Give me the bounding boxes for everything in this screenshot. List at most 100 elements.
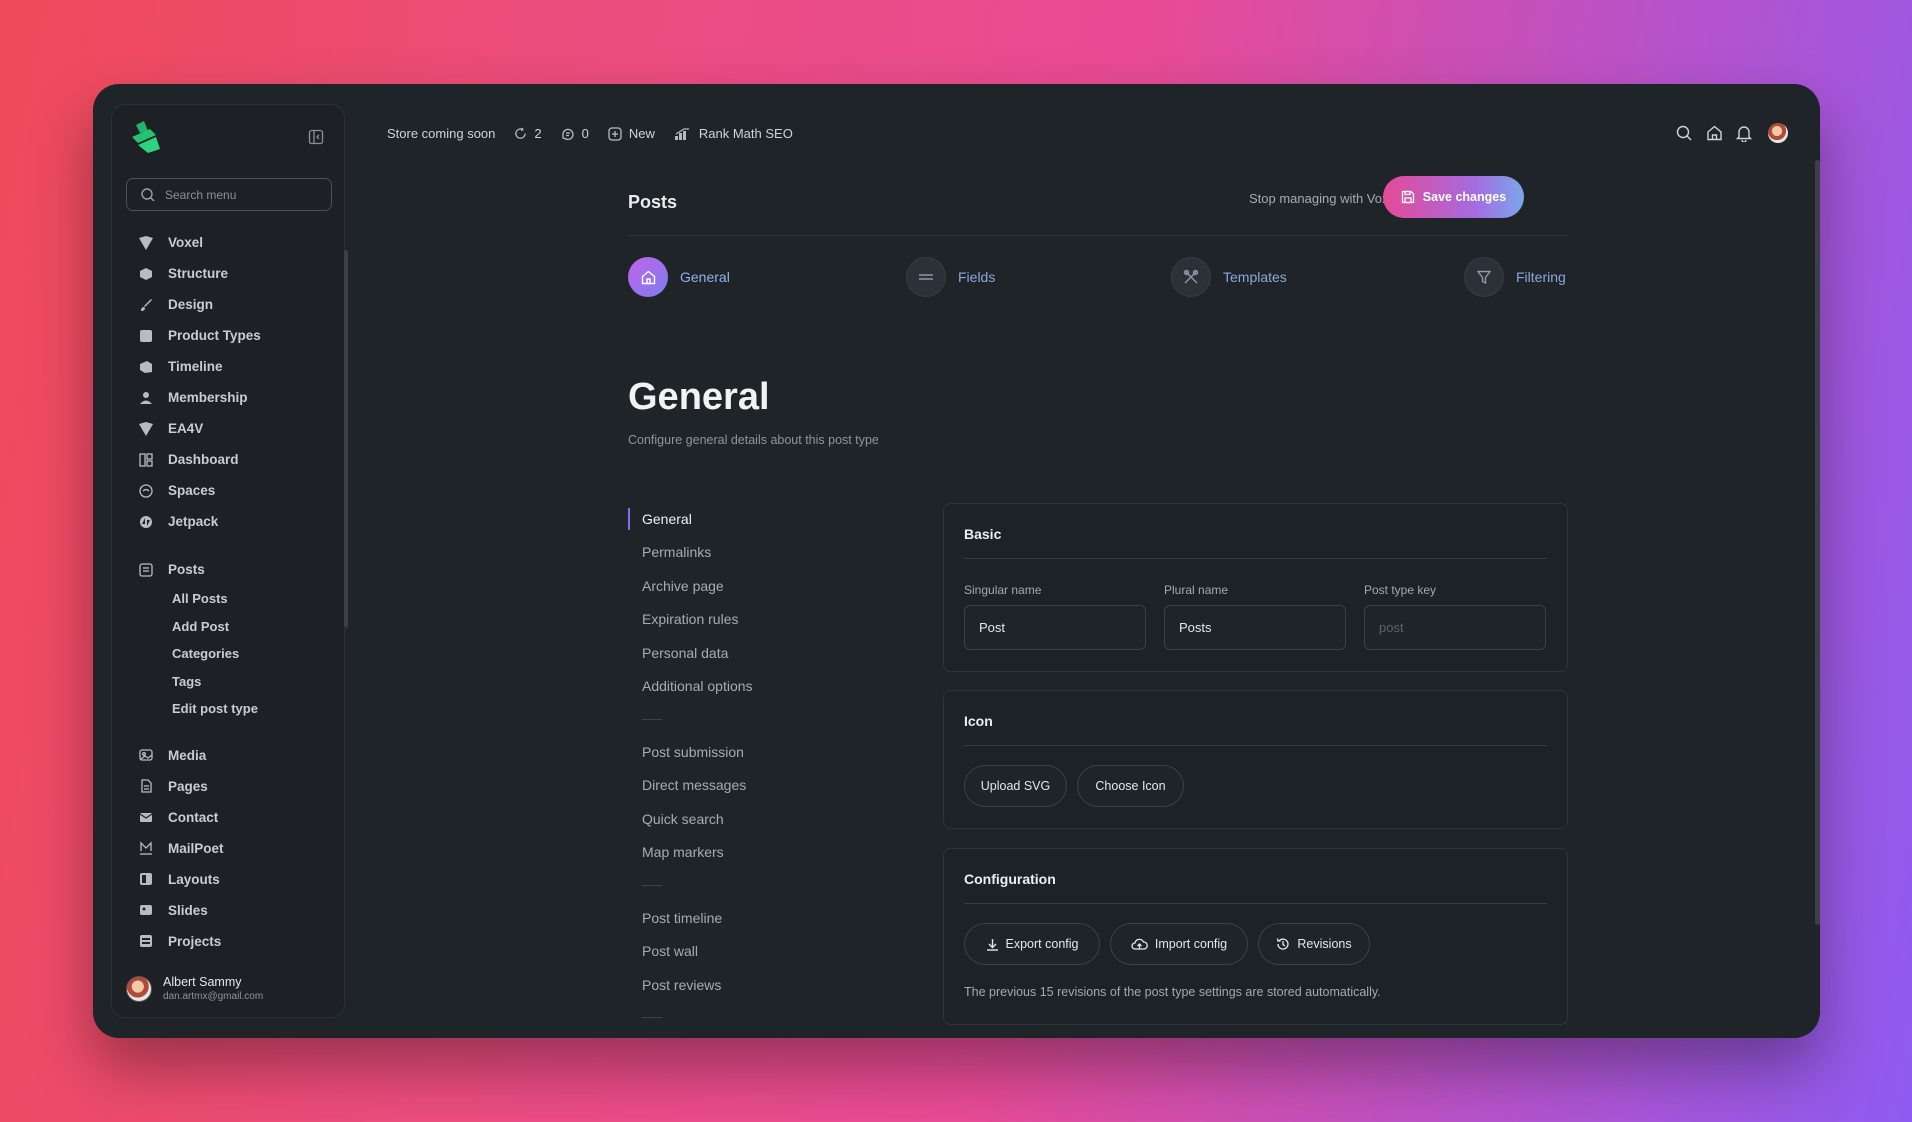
sidebar-item-voxel[interactable]: Voxel <box>126 227 326 258</box>
tab-label: Templates <box>1223 269 1287 285</box>
post-type-key-label: Post type key <box>1364 583 1437 597</box>
nav-general[interactable]: General <box>628 508 908 530</box>
voxel-logo-icon[interactable] <box>128 119 164 155</box>
nav-quick-search[interactable]: Quick search <box>628 802 908 836</box>
nav-direct-messages[interactable]: Direct messages <box>628 769 908 803</box>
plural-name-field[interactable] <box>1164 605 1346 650</box>
sidebar-item-slides[interactable]: Slides <box>126 895 326 926</box>
nav-additional-options[interactable]: Additional options <box>628 670 908 704</box>
stop-managing-link[interactable]: Stop managing with Voxel <box>1249 191 1399 206</box>
search-icon <box>141 187 155 201</box>
nav-map-markers[interactable]: Map markers <box>628 836 908 870</box>
collapse-sidebar-icon[interactable] <box>308 129 324 145</box>
sidebar-item-media[interactable]: Media <box>126 740 326 771</box>
singular-name-input[interactable] <box>965 606 1145 649</box>
sidebar-item-design[interactable]: Design <box>126 289 326 320</box>
sidebar-subitem-edit-post-type[interactable]: Edit post type <box>126 695 326 723</box>
sidebar-item-dashboard[interactable]: Dashboard <box>126 444 326 475</box>
sidebar-item-label: Pages <box>168 778 208 794</box>
sidebar-scrollbar-thumb[interactable] <box>344 250 348 627</box>
sidebar-item-projects[interactable]: Projects <box>126 926 326 957</box>
save-changes-label: Save changes <box>1422 190 1507 204</box>
tab-templates[interactable]: Templates <box>1171 257 1287 297</box>
export-config-button[interactable]: Export config <box>964 923 1100 965</box>
product-types-icon <box>138 328 154 344</box>
tab-fields[interactable]: Fields <box>906 257 995 297</box>
nav-personal-data[interactable]: Personal data <box>628 636 908 670</box>
singular-name-field[interactable] <box>964 605 1146 650</box>
refresh-icon <box>515 127 527 139</box>
posts-icon <box>138 562 154 578</box>
spaces-icon <box>138 483 154 499</box>
sidebar-item-mailpoet[interactable]: MailPoet <box>126 833 326 864</box>
sidebar-subitem-all-posts[interactable]: All Posts <box>126 585 326 613</box>
sidebar-menu: Voxel Structure Design Product Types Tim… <box>126 227 326 957</box>
post-type-key-input[interactable] <box>1365 606 1545 649</box>
plural-name-input[interactable] <box>1165 606 1345 649</box>
sidebar-subitem-add-post[interactable]: Add Post <box>126 613 326 641</box>
sidebar-item-layouts[interactable]: Layouts <box>126 864 326 895</box>
page-scrollbar[interactable] <box>1815 160 1820 925</box>
sidebar-item-label: Layouts <box>168 871 220 887</box>
search-input[interactable] <box>165 187 315 202</box>
revisions-note: The previous 15 revisions of the post ty… <box>964 985 1381 999</box>
comments-count: 0 <box>581 126 589 141</box>
store-status-link[interactable]: Store coming soon <box>387 126 495 141</box>
sidebar-item-posts[interactable]: Posts <box>126 554 326 585</box>
card-divider <box>964 745 1547 746</box>
nav-permalinks[interactable]: Permalinks <box>628 536 908 570</box>
bell-icon[interactable] <box>1734 123 1754 143</box>
sidebar-item-contact[interactable]: Contact <box>126 802 326 833</box>
topbar-actions <box>1664 123 1788 143</box>
updates-count: 2 <box>534 126 542 141</box>
import-config-button[interactable]: Import config <box>1110 923 1248 965</box>
sidebar-item-label: MailPoet <box>168 840 224 856</box>
user-profile[interactable]: Albert Sammy dan.artmx@gmail.com <box>126 975 263 1002</box>
jetpack-icon <box>138 514 154 530</box>
search-menu[interactable] <box>126 178 332 211</box>
sidebar-item-product-types[interactable]: Product Types <box>126 320 326 351</box>
sidebar-subitem-tags[interactable]: Tags <box>126 668 326 696</box>
nav-post-reviews[interactable]: Post reviews <box>628 968 908 1002</box>
post-type-key-field[interactable] <box>1364 605 1546 650</box>
sidebar-item-label: Jetpack <box>168 514 219 529</box>
sidebar-item-ea4v[interactable]: EA4V <box>126 413 326 444</box>
sidebar-item-label: Voxel <box>168 235 204 250</box>
nav-post-submission[interactable]: Post submission <box>628 735 908 769</box>
save-icon <box>1401 190 1414 204</box>
updates-link[interactable]: 2 <box>514 126 542 141</box>
tab-filtering[interactable]: Filtering <box>1464 257 1566 297</box>
sidebar-item-membership[interactable]: Membership <box>126 382 326 413</box>
new-content-link[interactable]: New <box>608 126 655 141</box>
choose-icon-button[interactable]: Choose Icon <box>1077 765 1184 807</box>
nav-expiration-rules[interactable]: Expiration rules <box>628 603 908 637</box>
avatar[interactable] <box>1768 123 1788 143</box>
icon-card: Icon Upload SVG Choose Icon <box>943 690 1568 829</box>
sidebar-subitem-categories[interactable]: Categories <box>126 640 326 668</box>
nav-post-wall[interactable]: Post wall <box>628 935 908 969</box>
revisions-button[interactable]: Revisions <box>1258 923 1370 965</box>
search-icon[interactable] <box>1674 123 1694 143</box>
card-divider <box>964 558 1547 559</box>
store-status-label: Store coming soon <box>387 126 496 141</box>
tab-general[interactable]: General <box>628 257 730 297</box>
comments-link[interactable]: 0 <box>561 126 589 141</box>
save-changes-button[interactable]: Save changes <box>1383 176 1524 218</box>
sidebar-item-pages[interactable]: Pages <box>126 771 326 802</box>
nav-archive-page[interactable]: Archive page <box>628 569 908 603</box>
nav-post-timeline[interactable]: Post timeline <box>628 901 908 935</box>
home-icon[interactable] <box>1704 123 1724 143</box>
sidebar-item-timeline[interactable]: Timeline <box>126 351 326 382</box>
rank-math-seo-link[interactable]: Rank Math SEO <box>674 126 793 141</box>
upload-svg-button[interactable]: Upload SVG <box>964 765 1067 807</box>
basic-card: Basic Singular name Plural name Post typ… <box>943 503 1568 672</box>
sidebar-item-jetpack[interactable]: Jetpack <box>126 506 326 537</box>
templates-tools-icon <box>1171 257 1211 297</box>
card-title: Configuration <box>964 871 1056 887</box>
sidebar-item-spaces[interactable]: Spaces <box>126 475 326 506</box>
user-name: Albert Sammy <box>163 975 242 989</box>
configuration-card: Configuration Export config Import confi… <box>943 848 1568 1025</box>
sidebar-item-label: Slides <box>168 902 208 918</box>
sidebar-item-structure[interactable]: Structure <box>126 258 326 289</box>
sidebar-item-label: Spaces <box>168 483 216 498</box>
